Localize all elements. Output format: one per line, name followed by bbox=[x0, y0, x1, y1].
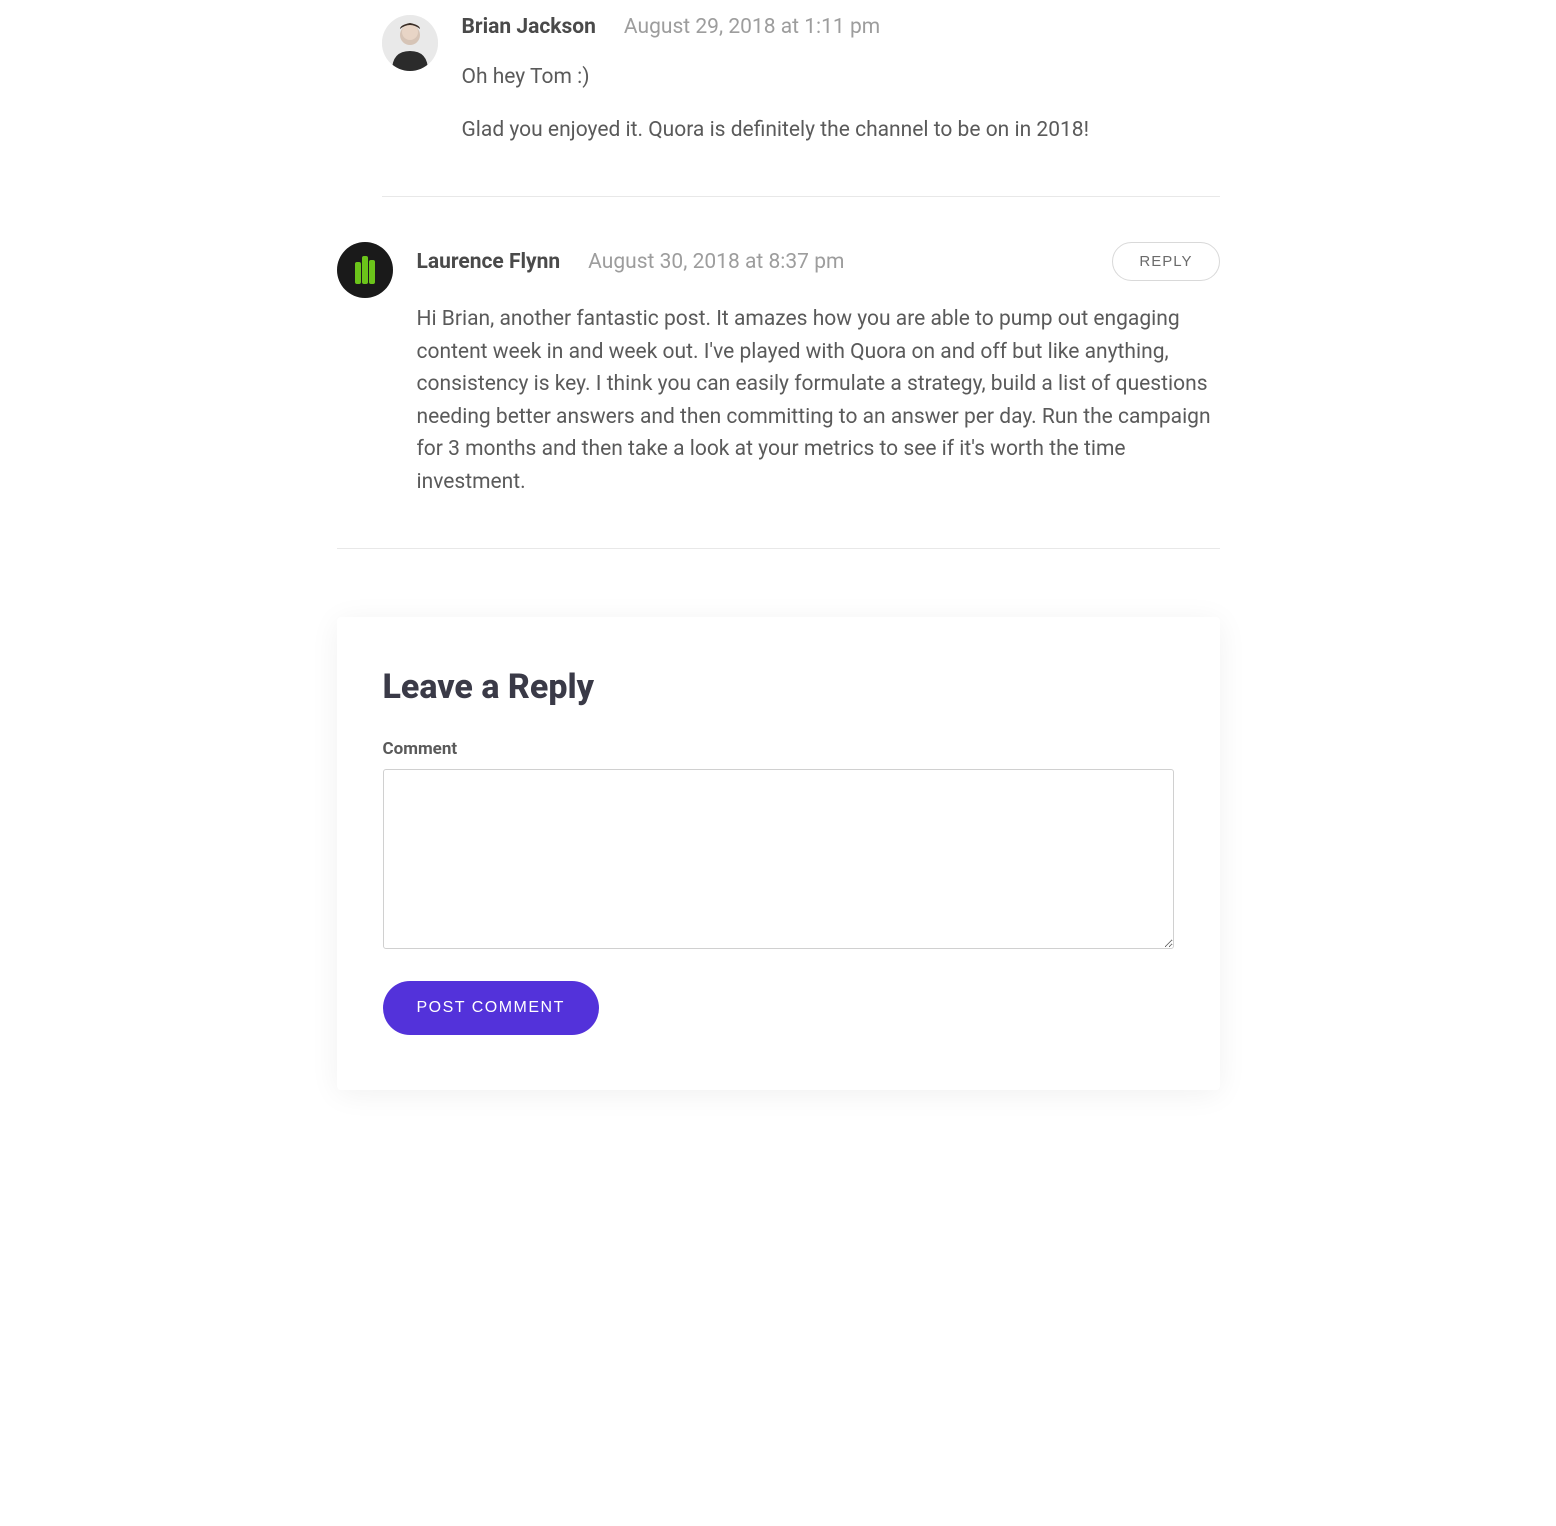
avatar bbox=[337, 242, 393, 298]
avatar bbox=[382, 15, 438, 71]
comment-textarea[interactable] bbox=[383, 769, 1174, 949]
post-comment-button[interactable]: POST COMMENT bbox=[383, 981, 599, 1035]
reply-form-title: Leave a Reply bbox=[383, 667, 1174, 707]
comment-date[interactable]: August 29, 2018 at 1:11 pm bbox=[624, 15, 880, 39]
comment-label: Comment bbox=[383, 739, 1174, 759]
comment-text: Oh hey Tom :) Glad you enjoyed it. Quora… bbox=[462, 61, 1220, 146]
comment-author: Laurence Flynn bbox=[417, 250, 561, 274]
comment: Laurence Flynn August 30, 2018 at 8:37 p… bbox=[337, 242, 1220, 549]
comment-text: Hi Brian, another fantastic post. It ama… bbox=[417, 303, 1220, 498]
comment-author: Brian Jackson bbox=[462, 15, 596, 39]
reply-form: Leave a Reply Comment POST COMMENT bbox=[337, 617, 1220, 1090]
comment: Brian Jackson August 29, 2018 at 1:11 pm… bbox=[382, 15, 1220, 197]
reply-button[interactable]: REPLY bbox=[1112, 242, 1219, 281]
comment-date[interactable]: August 30, 2018 at 8:37 pm bbox=[588, 250, 844, 274]
